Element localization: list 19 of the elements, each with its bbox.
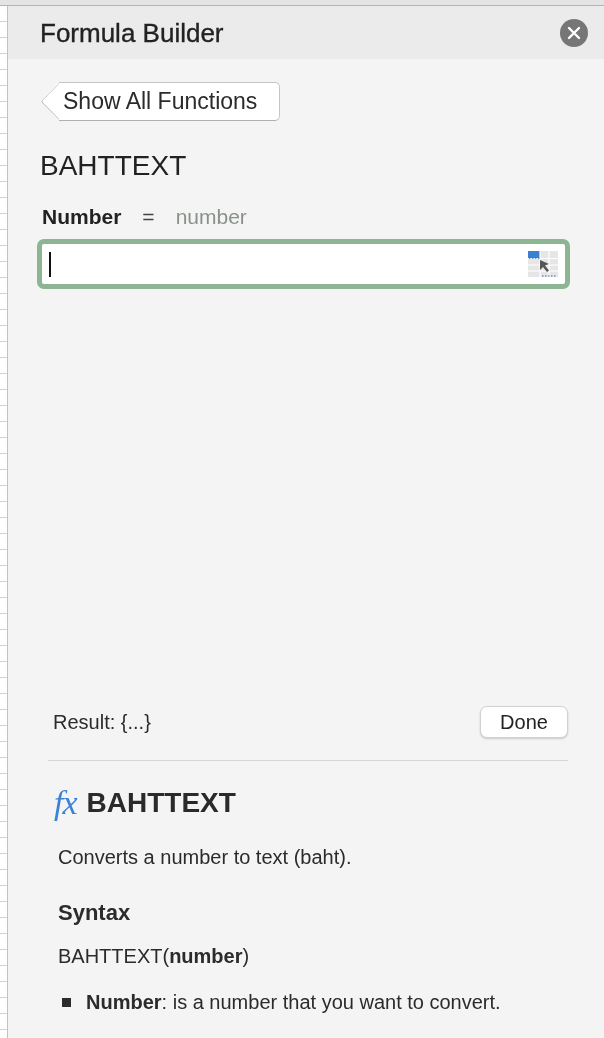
argument-type-hint: number	[175, 204, 247, 230]
panel-title: Formula Builder	[40, 16, 224, 49]
argument-label: Number	[42, 204, 122, 230]
text-cursor-icon	[49, 251, 51, 277]
function-name: BAHTTEXT	[40, 149, 188, 183]
done-button[interactable]: Done	[480, 706, 568, 738]
function-icon: fx	[54, 785, 77, 821]
bullet-icon	[62, 997, 71, 1007]
grid-arrow-icon[interactable]	[528, 251, 558, 277]
syntax-heading: Syntax	[57, 900, 132, 926]
show-all-functions-button[interactable]: Show All Functions	[40, 82, 281, 121]
function-description: Converts a number to text (baht).	[57, 845, 353, 869]
syntax-text: BAHTTEXT(number)	[57, 944, 251, 968]
close-icon[interactable]	[560, 18, 588, 47]
help-title: BAHTTEXT	[86, 786, 236, 820]
argument-input-field[interactable]	[37, 239, 570, 289]
argument-description: Number: is a number that you want to convert.	[86, 990, 501, 1014]
result-text: Result: {...}	[53, 710, 151, 734]
equals-sign: =	[142, 204, 155, 230]
